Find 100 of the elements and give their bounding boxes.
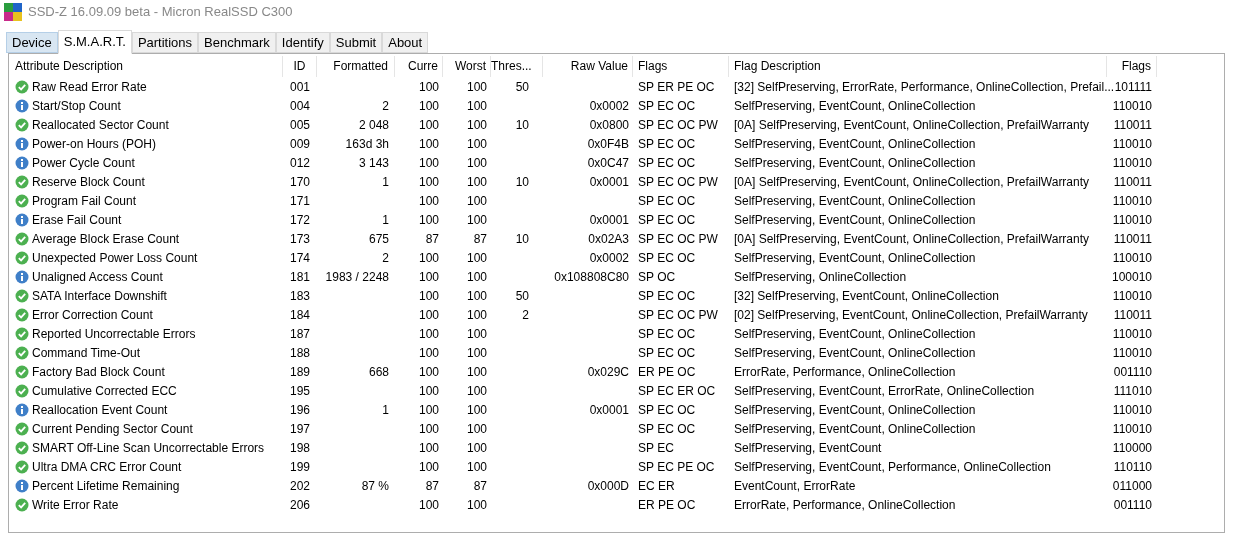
current-value: 100 — [418, 135, 439, 153]
raw-value: 0x000D — [587, 477, 629, 495]
flags-code: 110011 — [1113, 230, 1152, 248]
current-value: 100 — [418, 382, 439, 400]
flags-code: 110010 — [1112, 154, 1152, 172]
flags-code: 101111 — [1114, 78, 1152, 96]
attribute-id: 012 — [290, 154, 310, 172]
raw-value: 0x0001 — [589, 401, 629, 419]
attribute-id: 188 — [290, 344, 310, 362]
worst-value: 100 — [466, 306, 487, 324]
column-header[interactable]: Attribute Description — [11, 56, 283, 77]
formatted-value: 3 143 — [358, 154, 389, 172]
flags-value: SP EC — [638, 439, 674, 457]
column-header[interactable]: Flags — [633, 56, 729, 77]
formatted-value: 2 — [382, 249, 389, 267]
attribute-id: 198 — [290, 439, 310, 457]
attribute-name: Cumulative Corrected ECC — [32, 382, 177, 400]
threshold-value: 10 — [515, 116, 529, 134]
attribute-name: Command Time-Out — [32, 344, 141, 362]
current-value: 100 — [418, 211, 439, 229]
window-title: SSD-Z 16.09.09 beta - Micron RealSSD C300 — [28, 3, 293, 22]
column-header[interactable]: Worst — [443, 56, 491, 77]
flag-description: ErrorRate, Performance, OnlineCollection — [734, 496, 956, 514]
flags-code: 011000 — [1112, 477, 1152, 495]
tab[interactable]: Identify — [275, 32, 330, 53]
tab[interactable]: Device — [6, 32, 58, 53]
flags-value: SP EC OC — [638, 211, 696, 229]
attribute-name: Raw Read Error Rate — [32, 78, 147, 96]
raw-value: 0x0002 — [589, 97, 629, 115]
raw-value: 0x108808C80 — [554, 268, 629, 286]
attribute-id: 173 — [290, 230, 310, 248]
worst-value: 100 — [466, 401, 487, 419]
attribute-name: SMART Off-Line Scan Uncorrectable Errors — [32, 439, 265, 457]
tab[interactable]: S.M.A.R.T. — [57, 30, 132, 54]
raw-value: 0x0001 — [589, 211, 629, 229]
tab[interactable]: About — [382, 32, 429, 53]
flags-value: SP EC OC — [638, 249, 696, 267]
flags-code: 110010 — [1112, 325, 1152, 343]
current-value: 100 — [418, 325, 439, 343]
flag-description: SelfPreserving, EventCount — [734, 439, 882, 457]
attribute-name: Unexpected Power Loss Count — [32, 249, 198, 267]
attribute-id: 170 — [290, 173, 310, 191]
tab[interactable]: Benchmark — [198, 32, 276, 53]
current-value: 100 — [418, 496, 439, 514]
flag-description: [0A] SelfPreserving, EventCount, OnlineCollection, PrefailWarranty — [734, 173, 1090, 191]
column-header[interactable]: Curre — [395, 56, 443, 77]
current-value: 100 — [418, 287, 439, 305]
attribute-id: 189 — [290, 363, 310, 381]
attribute-name: Percent Lifetime Remaining — [32, 477, 180, 495]
flags-value: EC ER — [638, 477, 675, 495]
attribute-id: 195 — [290, 382, 310, 400]
worst-value: 100 — [466, 78, 487, 96]
flag-description: SelfPreserving, EventCount, Performance, OnlineCollection — [734, 458, 1051, 476]
current-value: 100 — [418, 249, 439, 267]
column-header[interactable]: Formatted — [317, 56, 395, 77]
flags-value: SP EC OC PW — [638, 306, 718, 324]
flag-description: SelfPreserving, EventCount, OnlineCollection — [734, 325, 976, 343]
flags-value: SP ER PE OC — [638, 78, 715, 96]
flag-description: SelfPreserving, EventCount, OnlineCollection — [734, 192, 976, 210]
flags-value: SP EC OC PW — [638, 230, 718, 248]
attribute-id: 202 — [290, 477, 310, 495]
raw-value: 0x0F4B — [587, 135, 629, 153]
flag-description: SelfPreserving, EventCount, OnlineCollection — [734, 97, 976, 115]
flags-value: SP EC OC — [638, 401, 696, 419]
worst-value: 100 — [466, 496, 487, 514]
raw-value: 0x0C47 — [587, 154, 629, 172]
flag-description: SelfPreserving, EventCount, OnlineCollection — [734, 344, 976, 362]
tab[interactable]: Partitions — [131, 32, 199, 53]
column-header[interactable]: ID — [283, 56, 317, 77]
worst-value: 100 — [466, 211, 487, 229]
flags-code: 110011 — [1113, 306, 1152, 324]
attribute-name: Reallocated Sector Count — [32, 116, 169, 134]
current-value: 100 — [418, 116, 439, 134]
app-logo-icon — [4, 3, 22, 21]
column-header[interactable]: Flags — [1107, 56, 1157, 77]
attribute-id: 001 — [290, 78, 310, 96]
flags-value: SP EC OC PW — [638, 173, 718, 191]
raw-value: 0x0002 — [589, 249, 629, 267]
threshold-value: 10 — [515, 173, 529, 191]
flags-value: SP EC ER OC — [638, 382, 716, 400]
formatted-value: 163d 3h — [345, 135, 389, 153]
column-header[interactable]: Raw Value — [543, 56, 633, 77]
flags-code: 110010 — [1112, 249, 1152, 267]
flags-code: 110011 — [1113, 116, 1152, 134]
column-header[interactable]: Thres... — [491, 56, 543, 77]
worst-value: 100 — [466, 268, 487, 286]
column-header[interactable]: Flag Description — [729, 56, 1107, 77]
attribute-id: 183 — [290, 287, 310, 305]
flags-code: 111010 — [1113, 382, 1152, 400]
flag-description: [32] SelfPreserving, ErrorRate, Performance, OnlineCollection, Prefail... — [734, 78, 1115, 96]
flag-description: SelfPreserving, EventCount, OnlineCollection — [734, 420, 976, 438]
raw-value: 0x0800 — [589, 116, 629, 134]
formatted-value: 2 048 — [358, 116, 389, 134]
current-value: 87 — [425, 477, 439, 495]
flags-value: SP EC PE OC — [638, 458, 715, 476]
worst-value: 100 — [466, 192, 487, 210]
flag-description: SelfPreserving, EventCount, OnlineCollection — [734, 249, 976, 267]
current-value: 87 — [425, 230, 439, 248]
attribute-id: 199 — [290, 458, 310, 476]
tab[interactable]: Submit — [329, 32, 383, 53]
